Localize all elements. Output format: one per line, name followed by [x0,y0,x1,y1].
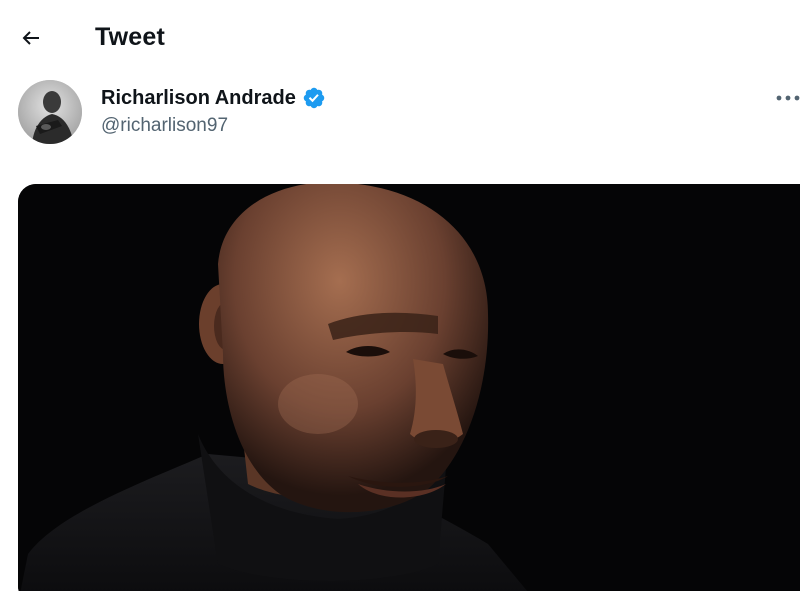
tweet-author-row: Richarlison Andrade @richarlison97 [0,74,800,154]
tweet-media-photo [18,184,800,591]
verified-badge-icon [303,87,325,109]
more-options-button[interactable] [768,82,800,114]
top-header: Tweet [0,0,800,74]
display-name[interactable]: Richarlison Andrade [101,87,296,110]
avatar[interactable] [18,80,82,144]
tweet-detail-page: Tweet Richarlison Andrade @richarlison97 [0,0,800,591]
author-handle[interactable]: @richarlison97 [101,115,228,137]
page-title: Tweet [95,23,165,51]
tweet-media[interactable] [18,184,800,591]
more-horizontal-icon [776,95,800,101]
back-button[interactable] [10,17,52,59]
avatar-photo [18,80,82,144]
display-name-row: Richarlison Andrade [101,86,326,110]
arrow-left-icon [22,31,39,45]
